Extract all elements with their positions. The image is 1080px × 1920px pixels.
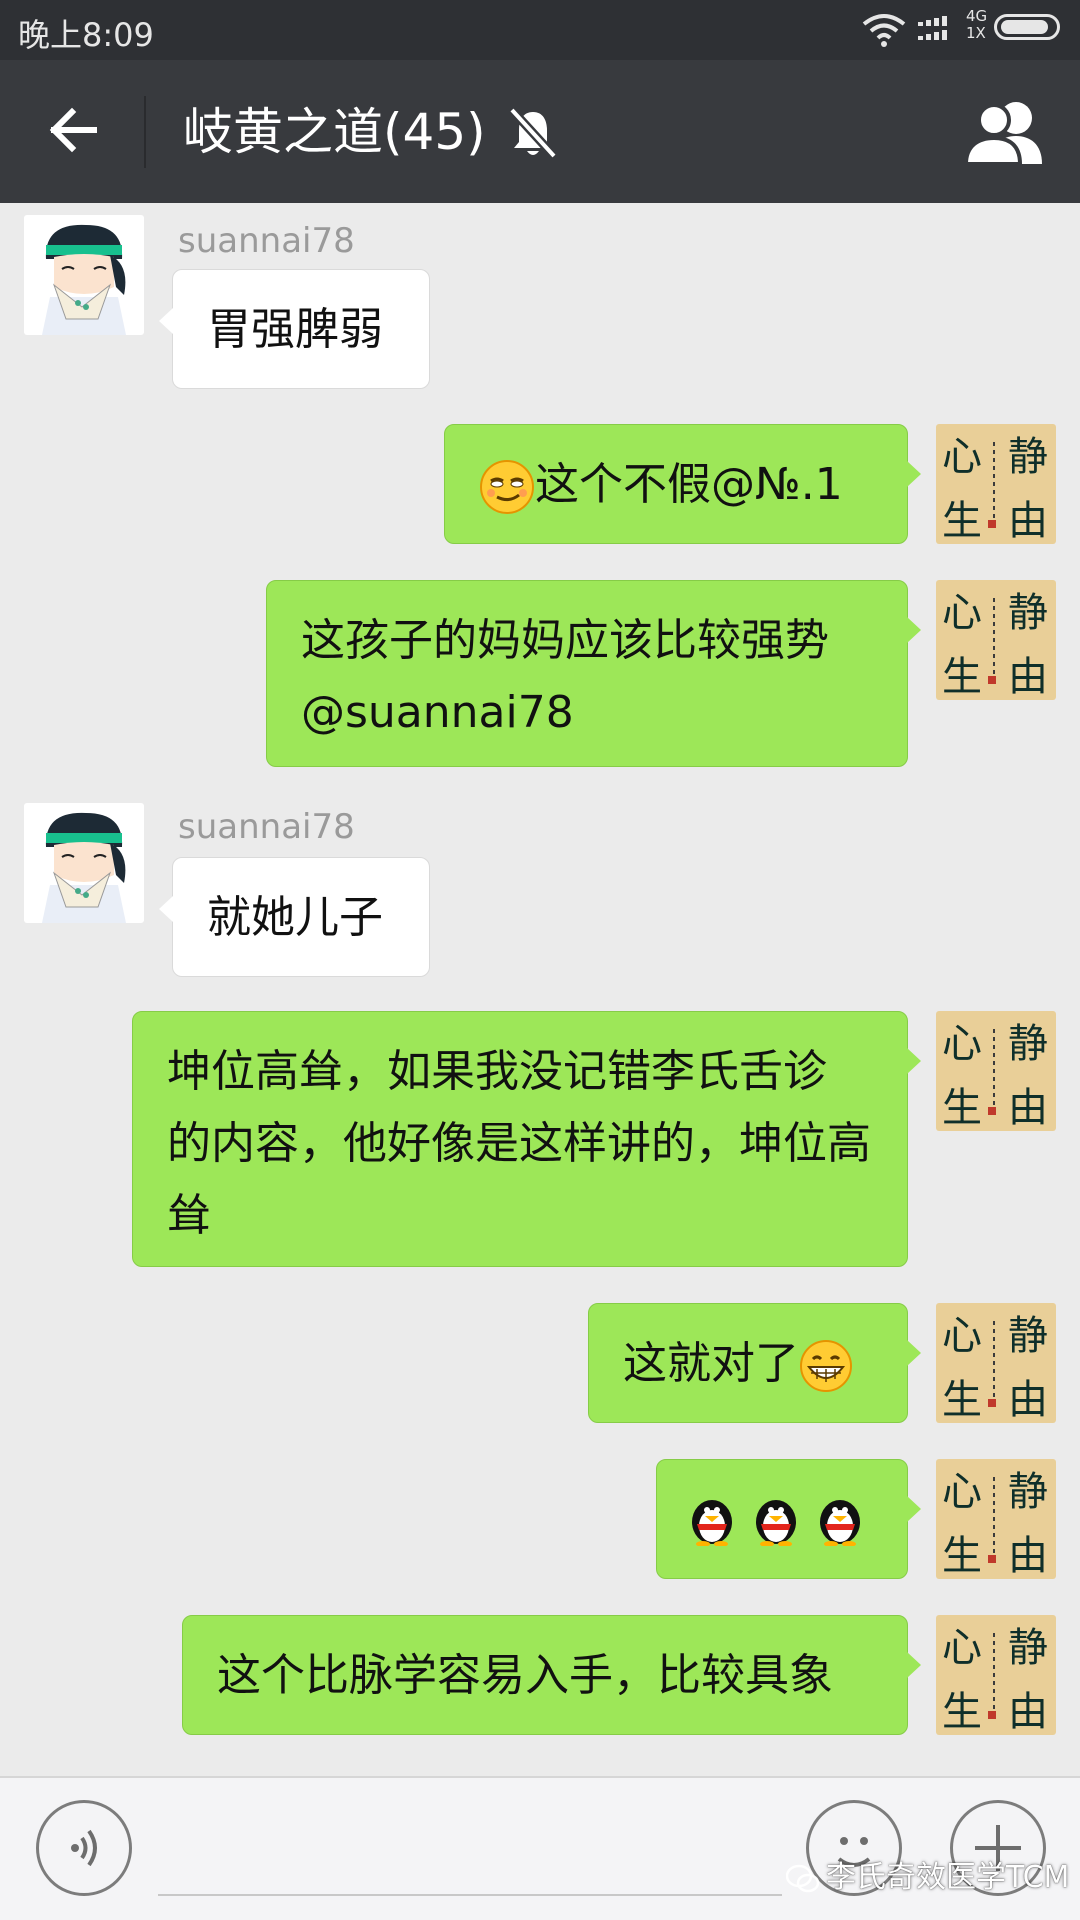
message-text: 胃强脾弱 xyxy=(207,304,383,355)
message-text-line: 这孩子的妈妈应该比较强势 xyxy=(301,615,829,666)
message-bubble[interactable] xyxy=(656,1459,921,1579)
calligraphy-avatar-icon: 心 静 生 由 xyxy=(936,1459,1056,1579)
qq-penguin-icons xyxy=(692,1500,860,1547)
smirk-face-icon xyxy=(480,460,534,514)
watermark-text: 李氏奇效医学TCM xyxy=(826,1860,1070,1895)
voice-icon xyxy=(71,1829,97,1867)
message-sender: suannai78 xyxy=(178,807,355,847)
svg-text:由: 由 xyxy=(1008,1689,1048,1735)
calligraphy-avatar-icon: 心 静 生 由 xyxy=(936,1303,1056,1423)
message-bubble[interactable]: 胃强脾弱 xyxy=(159,269,430,389)
arrow-left-icon[interactable] xyxy=(44,100,104,160)
svg-text:心: 心 xyxy=(942,1021,982,1067)
voice-button[interactable] xyxy=(36,1800,132,1896)
battery-icon xyxy=(994,14,1060,40)
avatar[interactable]: 心 静 生 由 xyxy=(936,1459,1056,1579)
input-bar xyxy=(0,1776,1080,1920)
message-mention: @suannai78 xyxy=(301,687,574,738)
wifi-icon xyxy=(862,14,906,47)
message-bubble[interactable]: 这个不假@№.1 xyxy=(444,424,921,544)
chat-title: 岐黄之道(45) xyxy=(183,103,486,161)
message-text: 这个不假@№.1 xyxy=(535,459,843,510)
svg-text:心: 心 xyxy=(942,1313,982,1359)
svg-text:由: 由 xyxy=(1008,1085,1048,1131)
svg-text:生: 生 xyxy=(942,1085,982,1131)
svg-text:生: 生 xyxy=(942,1533,982,1579)
signal-icon xyxy=(918,16,947,40)
calligraphy-avatar-icon: 心 静 生 由 xyxy=(936,1011,1056,1131)
message-text-line: 坤位高耸，如果我没记错李氏舌诊 xyxy=(167,1046,827,1097)
avatar[interactable]: 心 静 生 由 xyxy=(936,580,1056,700)
network-type-top: 4G xyxy=(966,7,988,25)
message-list[interactable]: suannai78 胃强脾弱 心 静 生 由 这个不假@№.1 心 静 生 由 … xyxy=(0,203,1080,1776)
message-input[interactable] xyxy=(158,1802,782,1896)
svg-text:静: 静 xyxy=(1008,1021,1048,1067)
battery-fill xyxy=(1001,20,1048,34)
svg-text:静: 静 xyxy=(1008,590,1048,636)
message-bubble[interactable]: 坤位高耸，如果我没记错李氏舌诊 的内容，他好像是这样讲的，坤位高 耸 xyxy=(132,1011,921,1267)
message-text-line: 耸 xyxy=(167,1190,211,1241)
message-text: 这就对了 xyxy=(623,1338,799,1389)
svg-text:静: 静 xyxy=(1008,1469,1048,1515)
svg-text:静: 静 xyxy=(1008,1313,1048,1359)
message-bubble[interactable]: 这个比脉学容易入手，比较具象 xyxy=(182,1615,921,1735)
svg-text:心: 心 xyxy=(942,590,982,636)
calligraphy-avatar-icon: 心 静 生 由 xyxy=(936,424,1056,544)
message-text-line: 的内容，他好像是这样讲的，坤位高 xyxy=(167,1118,871,1169)
message-bubble[interactable]: 就她儿子 xyxy=(159,857,430,977)
cartoon-scholar-avatar-icon xyxy=(24,215,144,335)
message-text: 就她儿子 xyxy=(207,892,383,943)
avatar[interactable] xyxy=(24,215,144,335)
svg-text:生: 生 xyxy=(942,654,982,700)
svg-text:由: 由 xyxy=(1008,498,1048,544)
message-bubble[interactable]: 这就对了 xyxy=(588,1303,921,1423)
svg-text:生: 生 xyxy=(942,1377,982,1423)
svg-text:生: 生 xyxy=(942,498,982,544)
bell-off-icon xyxy=(508,106,558,160)
grin-face-icon xyxy=(800,1340,852,1392)
avatar[interactable]: 心 静 生 由 xyxy=(936,424,1056,544)
calligraphy-avatar-icon: 心 静 生 由 xyxy=(936,1615,1056,1735)
svg-text:心: 心 xyxy=(942,434,982,480)
svg-text:心: 心 xyxy=(942,1625,982,1671)
message-sender: suannai78 xyxy=(178,221,355,261)
status-bar: 晚上8:09 4G 1X xyxy=(0,0,1080,60)
message-bubble[interactable]: 这孩子的妈妈应该比较强势 @suannai78 xyxy=(266,580,921,767)
svg-text:生: 生 xyxy=(942,1689,982,1735)
svg-text:由: 由 xyxy=(1008,654,1048,700)
status-time: 晚上8:09 xyxy=(18,16,154,54)
svg-text:心: 心 xyxy=(942,1469,982,1515)
avatar[interactable] xyxy=(24,803,144,923)
avatar[interactable]: 心 静 生 由 xyxy=(936,1011,1056,1131)
qq-penguin-icon xyxy=(756,1500,796,1547)
network-type: 4G 1X xyxy=(966,8,987,42)
header-divider xyxy=(144,96,146,168)
calligraphy-avatar-icon: 心 静 生 由 xyxy=(936,580,1056,700)
avatar[interactable]: 心 静 生 由 xyxy=(936,1303,1056,1423)
watermark: 李氏奇效医学TCM xyxy=(786,1852,1069,1896)
svg-text:由: 由 xyxy=(1008,1377,1048,1423)
qq-penguin-icon xyxy=(692,1500,732,1547)
group-icon[interactable] xyxy=(964,98,1050,164)
avatar[interactable]: 心 静 生 由 xyxy=(936,1615,1056,1735)
svg-text:静: 静 xyxy=(1008,434,1048,480)
svg-text:由: 由 xyxy=(1008,1533,1048,1579)
svg-text:静: 静 xyxy=(1008,1625,1048,1671)
wechat-logo-icon xyxy=(786,1864,820,1892)
cartoon-scholar-avatar-icon xyxy=(24,803,144,923)
message-text: 这个比脉学容易入手，比较具象 xyxy=(217,1650,833,1701)
qq-penguin-icon xyxy=(820,1500,860,1547)
chat-header: 岐黄之道(45) xyxy=(0,60,1080,203)
network-type-bottom: 1X xyxy=(966,24,986,42)
